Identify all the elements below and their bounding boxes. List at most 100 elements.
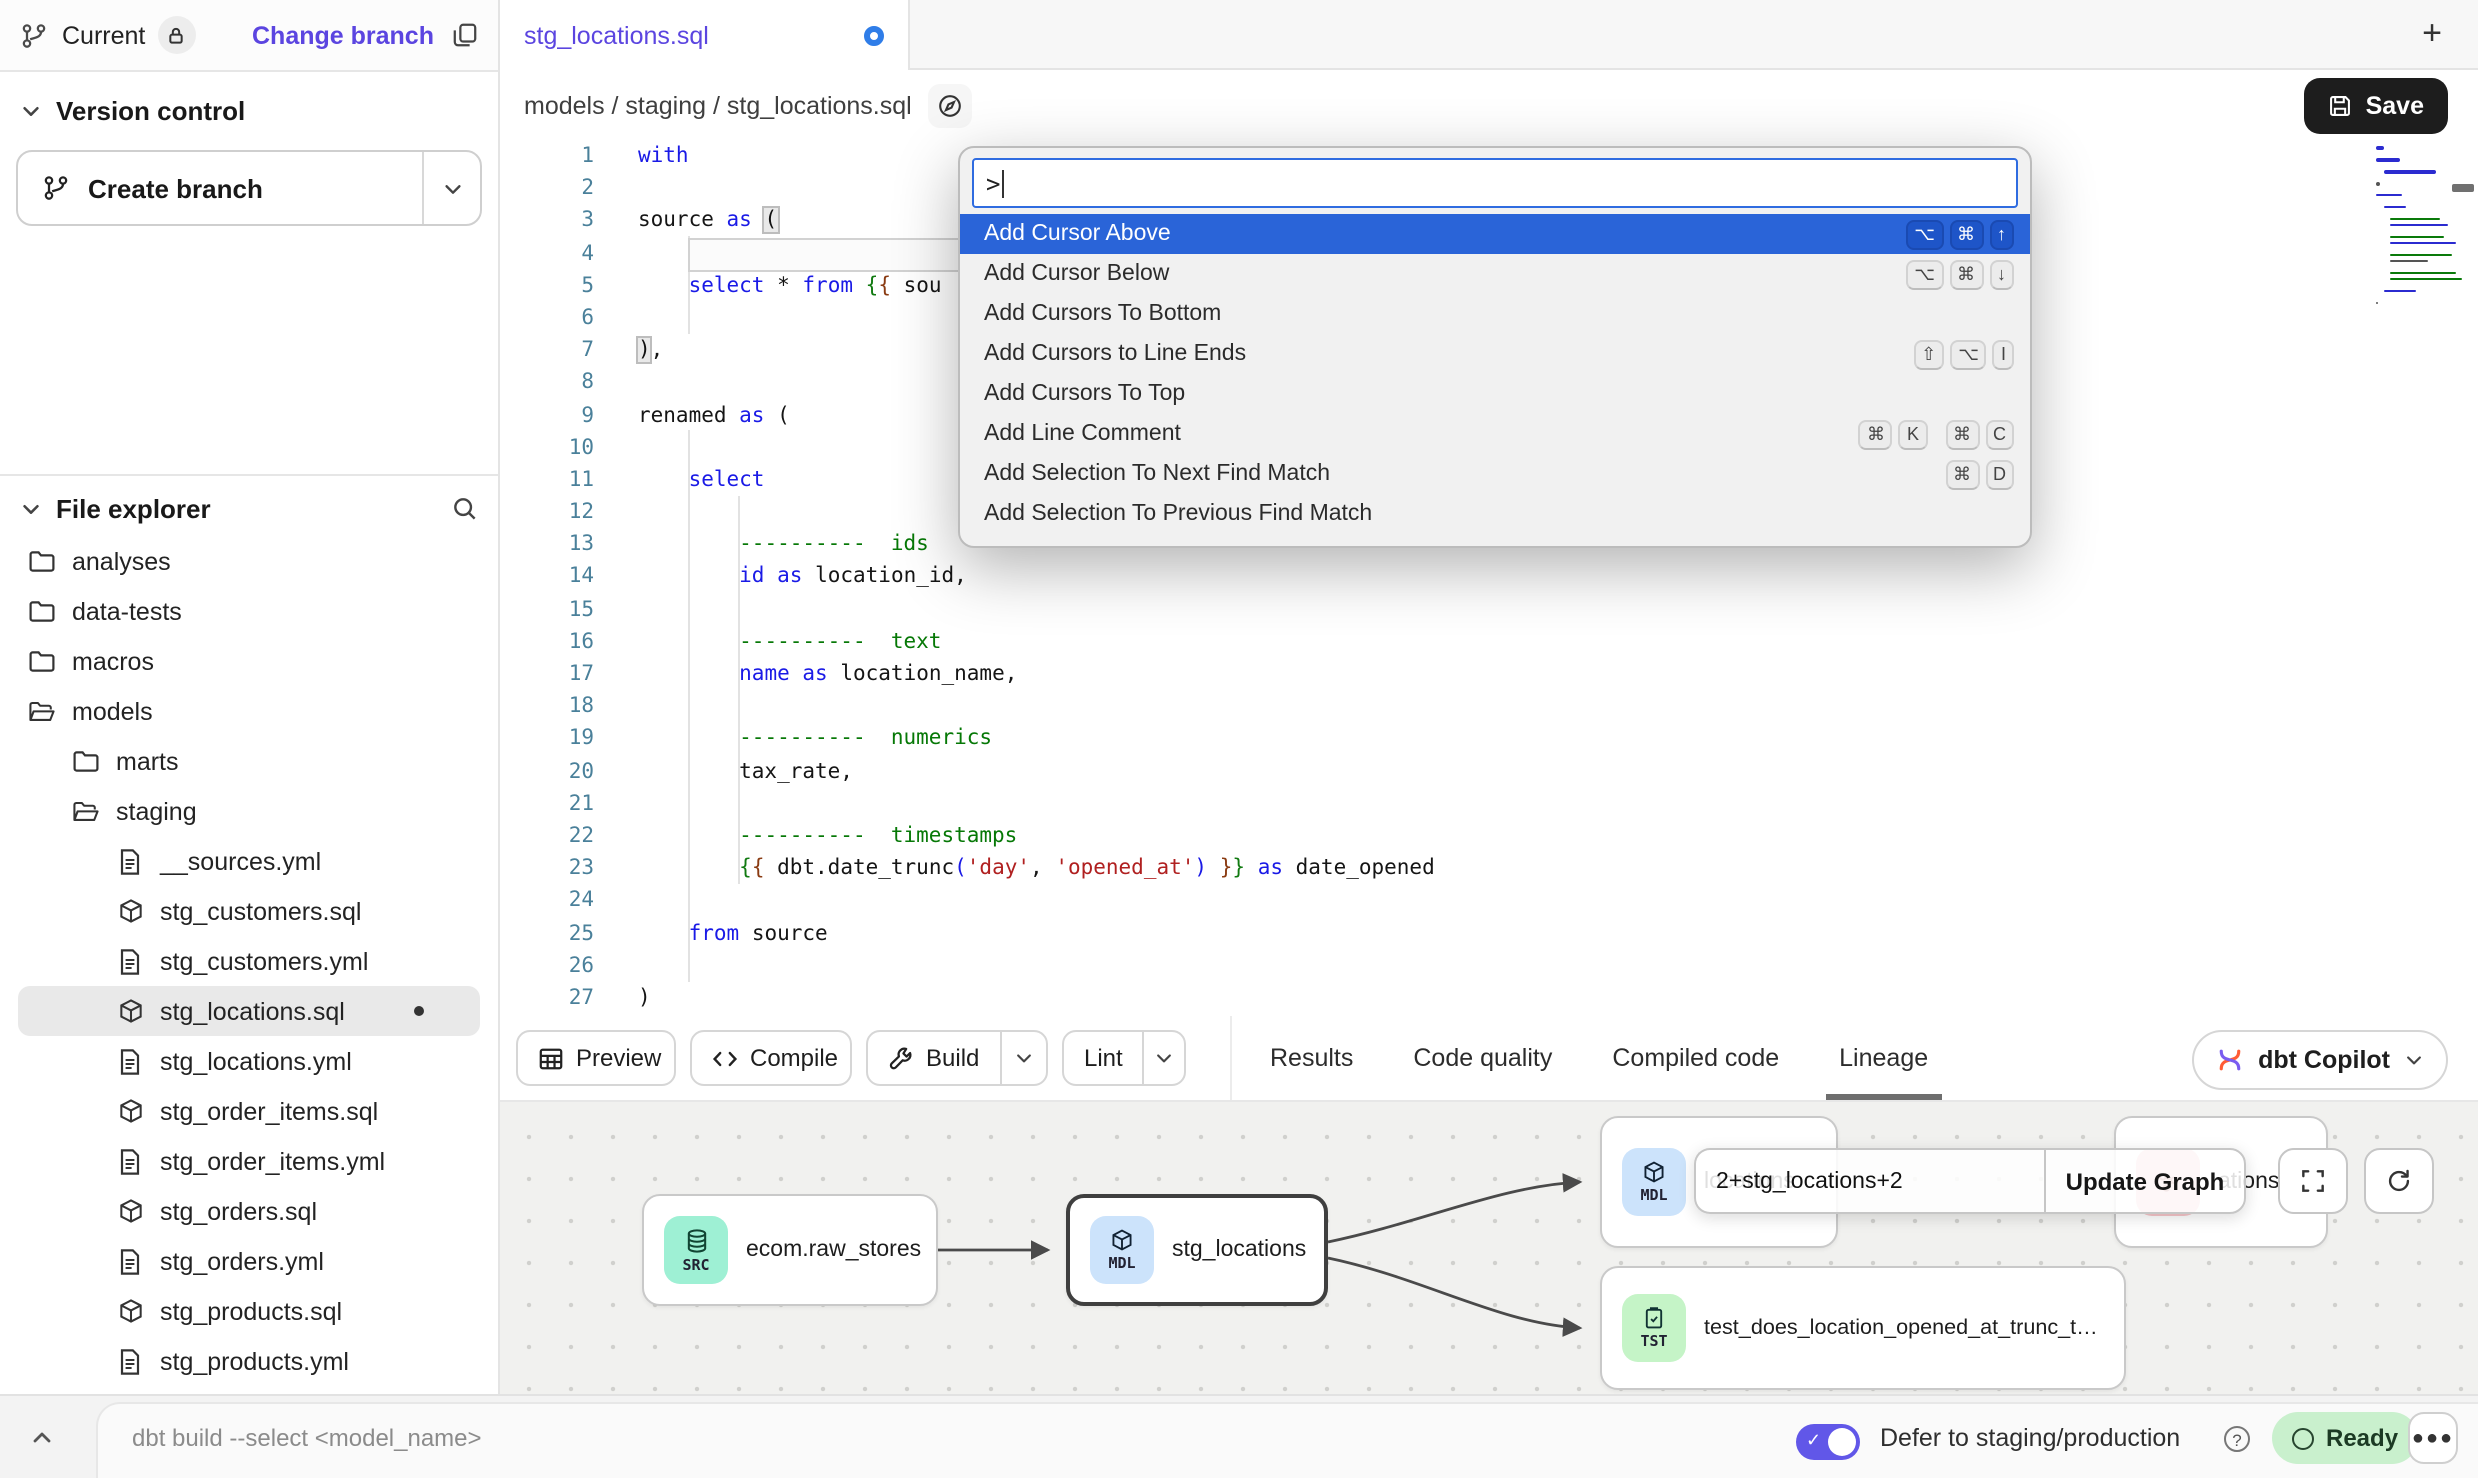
build-label: Build xyxy=(926,1044,979,1072)
lock-icon xyxy=(166,25,186,45)
toggle-knob xyxy=(1828,1428,1856,1456)
search-icon[interactable] xyxy=(452,496,478,522)
tab-stg-locations[interactable]: stg_locations.sql xyxy=(500,0,910,70)
code-line: 21 xyxy=(500,788,2478,820)
shortcut-key: I xyxy=(1993,339,2014,369)
file-tree-item[interactable]: models xyxy=(18,686,480,736)
file-tree-item[interactable]: __sources.yml xyxy=(18,836,480,886)
minimap[interactable] xyxy=(2376,146,2452,307)
tab-results[interactable]: Results xyxy=(1270,1044,1353,1072)
line-number: 20 xyxy=(500,755,638,787)
file-icon xyxy=(114,1347,146,1375)
file-tree-item[interactable]: data-tests xyxy=(18,586,480,636)
line-number: 15 xyxy=(500,593,638,625)
palette-query: > xyxy=(986,169,1000,197)
compile-button[interactable]: Compile xyxy=(690,1030,852,1086)
file-tree-item[interactable]: stg_order_items.sql xyxy=(18,1086,480,1136)
build-dropdown[interactable] xyxy=(999,1032,1046,1084)
code-line: 23 {{ dbt.date_trunc('day', 'opened_at')… xyxy=(500,852,2478,884)
tab-compiled-code[interactable]: Compiled code xyxy=(1612,1044,1779,1072)
palette-item[interactable]: Add Selection To Next Find Match⌘D xyxy=(960,454,2030,494)
save-icon xyxy=(2328,94,2352,118)
line-number: 14 xyxy=(500,561,638,593)
palette-item[interactable]: Add Selection To Previous Find Match xyxy=(960,494,2030,534)
cube-icon xyxy=(1642,1160,1666,1184)
file-tree-item[interactable]: staging xyxy=(18,786,480,836)
tab-code-quality[interactable]: Code quality xyxy=(1413,1044,1552,1072)
lineage-panel[interactable]: SRC ecom.raw_stores MDL stg_locations xyxy=(500,1102,2478,1394)
update-graph-button[interactable]: Update Graph xyxy=(2044,1148,2246,1214)
file-tree-item[interactable]: stg_orders.sql xyxy=(18,1186,480,1236)
change-branch-link[interactable]: Change branch xyxy=(252,21,434,49)
file-tree-item[interactable]: marts xyxy=(18,736,480,786)
create-branch-dropdown[interactable] xyxy=(424,152,480,224)
palette-item-label: Add Cursors to Line Ends xyxy=(984,342,1246,366)
command-input[interactable]: dbt build --select <model_name> xyxy=(132,1396,482,1480)
file-tree-item[interactable]: stg_customers.sql xyxy=(18,886,480,936)
palette-item[interactable]: Add Line Comment⌘K⌘C xyxy=(960,414,2030,454)
shortcut-key: D xyxy=(1985,459,2014,489)
line-number: 1 xyxy=(500,140,638,172)
clipboard-check-icon xyxy=(1642,1306,1666,1330)
version-control-header[interactable]: Version control xyxy=(0,72,498,142)
palette-item-label: Add Cursor Above xyxy=(984,222,1171,246)
palette-item[interactable]: Add Cursors To Bottom xyxy=(960,294,2030,334)
file-tree-item[interactable]: stg_order_items.yml xyxy=(18,1136,480,1186)
scrollbar-marker[interactable] xyxy=(2452,184,2474,192)
save-button[interactable]: Save xyxy=(2304,78,2448,134)
file-tree-item[interactable]: stg_locations.yml xyxy=(18,1036,480,1086)
lineage-node-stg-locations[interactable]: MDL stg_locations xyxy=(1066,1194,1328,1306)
compass-icon[interactable] xyxy=(928,83,972,127)
branch-bar: Current Change branch xyxy=(0,0,498,72)
lint-button[interactable]: Lint xyxy=(1062,1030,1186,1086)
palette-item[interactable]: Add Cursor Below⌥⌘↓ xyxy=(960,254,2030,294)
file-tree-item[interactable]: stg_locations.sql xyxy=(18,986,480,1036)
create-branch-main[interactable]: Create branch xyxy=(18,152,424,224)
chevron-down-icon xyxy=(20,498,42,520)
graph-selector-input[interactable]: 2+stg_locations+2 xyxy=(1694,1148,2044,1214)
file-explorer-header[interactable]: File explorer xyxy=(0,476,498,536)
lineage-node-test[interactable]: TST test_does_location_opened_at_trunc_t… xyxy=(1600,1266,2126,1390)
palette-item[interactable]: Add Cursors To Top xyxy=(960,374,2030,414)
panel-tabs: Results Code quality Compiled code Linea… xyxy=(1270,1016,1928,1100)
database-icon xyxy=(683,1227,709,1253)
line-number: 2 xyxy=(500,172,638,204)
tab-lineage[interactable]: Lineage xyxy=(1839,1044,1928,1072)
copy-icon[interactable] xyxy=(452,22,478,48)
new-tab-button[interactable]: + xyxy=(2410,12,2454,56)
palette-item[interactable]: Add Cursors to Line Ends⇧⌥I xyxy=(960,334,2030,374)
file-tree-item[interactable]: stg_products.yml xyxy=(18,1336,480,1386)
line-number: 4 xyxy=(500,237,638,269)
palette-input[interactable]: > xyxy=(972,158,2018,208)
shortcut-key: C xyxy=(1985,419,2014,449)
ready-status-badge: Ready xyxy=(2272,1412,2418,1464)
file-tree-item[interactable]: stg_customers.yml xyxy=(18,936,480,986)
build-button[interactable]: Build xyxy=(866,1030,1048,1086)
check-icon: ✓ xyxy=(1806,1429,1821,1451)
file-icon xyxy=(114,1147,146,1175)
file-tree-item[interactable]: macros xyxy=(18,636,480,686)
chevron-up-icon[interactable] xyxy=(24,1420,60,1456)
more-options-button[interactable]: ●●● xyxy=(2408,1412,2458,1464)
lint-dropdown[interactable] xyxy=(1143,1032,1184,1084)
compile-label: Compile xyxy=(750,1044,838,1072)
help-icon[interactable]: ? xyxy=(2224,1426,2250,1452)
cube-icon xyxy=(1110,1228,1134,1252)
refresh-button[interactable] xyxy=(2364,1148,2434,1214)
defer-toggle[interactable]: ✓ xyxy=(1796,1424,1860,1460)
lineage-node-source[interactable]: SRC ecom.raw_stores xyxy=(642,1194,938,1306)
fullscreen-button[interactable] xyxy=(2278,1148,2348,1214)
file-tree-item[interactable]: analyses xyxy=(18,536,480,586)
palette-item[interactable]: Add Cursor Above⌥⌘↑ xyxy=(960,214,2030,254)
model-icon xyxy=(114,1198,146,1224)
shortcut-key: ⌘ xyxy=(1949,259,1983,289)
line-number: 22 xyxy=(500,820,638,852)
code-line: 15 xyxy=(500,593,2478,625)
file-tree-item[interactable]: stg_orders.yml xyxy=(18,1236,480,1286)
file-tree-item[interactable]: stg_products.sql xyxy=(18,1286,480,1336)
branch-icon xyxy=(42,174,70,202)
modified-dot-icon xyxy=(414,1006,424,1016)
dbt-copilot-button[interactable]: dbt Copilot xyxy=(2192,1030,2448,1090)
create-branch-button[interactable]: Create branch xyxy=(16,150,482,226)
preview-button[interactable]: Preview xyxy=(516,1030,676,1086)
